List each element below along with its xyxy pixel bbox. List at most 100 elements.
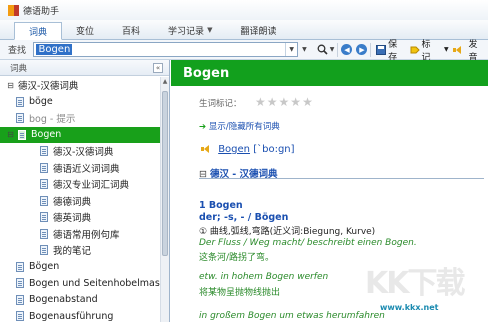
tag-button[interactable]: 标记 ▼: [408, 37, 451, 63]
tree-item-label: Bögen: [29, 261, 60, 273]
tab-3[interactable]: 学习记录 ▼: [154, 21, 226, 39]
app-title: 德语助手: [23, 6, 60, 17]
tab-1[interactable]: 变位: [62, 21, 108, 39]
speaker-icon: [452, 45, 463, 54]
tree-item[interactable]: 德汉专业词汇词典: [0, 176, 160, 193]
back-button[interactable]: ◀: [341, 42, 353, 58]
search-menu-dropdown[interactable]: ▼: [330, 42, 335, 58]
collapse-sidebar-button[interactable]: «: [153, 62, 163, 73]
tree-item[interactable]: Bogen und Seitenhobelmas: [0, 275, 160, 292]
save-icon: [376, 44, 387, 55]
sidebar: 词典 « ⊟ 德汉-汉德词典 böge bog - 提示 ⊟ Bogen 德汉-汉德词典 德语…: [0, 60, 170, 322]
tree-item[interactable]: bog - 提示: [0, 110, 160, 127]
search-icon: [317, 44, 328, 55]
sense-1: ① 曲线,弧线,弯路(近义词:Biegung, Kurve): [199, 227, 376, 237]
tree-item-label: Bogenausführung: [29, 310, 114, 322]
tree-item[interactable]: böge: [0, 94, 160, 111]
document-icon: [16, 261, 24, 272]
toolbar-divider: [370, 42, 372, 57]
tag-icon: [410, 46, 420, 53]
save-button[interactable]: 保存: [374, 37, 407, 63]
tree-item-label: 德语常用例句库: [53, 229, 120, 241]
document-icon: [40, 228, 48, 239]
tree-item-label: 德英词典: [53, 213, 92, 225]
star-icon[interactable]: ★: [255, 96, 266, 108]
chevron-down-icon: ▼: [444, 46, 449, 53]
back-arrow-icon: ◀: [341, 44, 353, 55]
tree-item[interactable]: 我的笔记: [0, 242, 160, 259]
speak-label: 发音: [468, 39, 478, 63]
star-icon[interactable]: ★: [267, 96, 278, 108]
watermark-url: www.kkx.net: [380, 303, 439, 312]
toolbar: 查找 Bogen ▼ ▼ ▼ ◀ ▶ 保存 标记 ▼ 发音: [0, 37, 488, 63]
tab-label: 学习记录: [168, 26, 205, 37]
title-bar: 德语助手: [0, 0, 488, 20]
toolbar-divider: [337, 42, 339, 57]
document-icon: [16, 294, 24, 305]
toggle-dictionaries-link[interactable]: ➔ 显示/隐藏所有词典: [199, 120, 280, 132]
tree-item[interactable]: Bogenabstand: [0, 292, 160, 309]
speak-button[interactable]: 发音: [451, 37, 488, 63]
tree-item-label: 德汉-汉德词典: [18, 81, 79, 93]
tree-item-label: 德德词典: [53, 196, 92, 208]
tree-item[interactable]: Bögen: [0, 259, 160, 276]
rating-stars[interactable]: ★ ★ ★ ★ ★: [255, 96, 313, 108]
forward-button[interactable]: ▶: [356, 42, 368, 58]
tree-item[interactable]: ⊟ Bogen: [0, 126, 160, 143]
document-icon: [40, 162, 48, 173]
document-icon: [16, 311, 24, 322]
example-2-de: etw. in hohem Bogen werfen: [199, 272, 329, 282]
tree-item[interactable]: 德语常用例句库: [0, 226, 160, 243]
document-icon: [40, 146, 48, 157]
speaker-icon[interactable]: [201, 145, 211, 153]
scroll-up-icon[interactable]: ▲: [161, 77, 169, 86]
pronunciation-row: Bogen [ˋbo:gn]: [201, 144, 295, 155]
sidebar-scrollbar[interactable]: ▲: [160, 77, 169, 322]
document-icon: [40, 212, 48, 223]
dictionary-tree: ⊟ 德汉-汉德词典 böge bog - 提示 ⊟ Bogen 德汉-汉德词典 德语近义词词典…: [0, 77, 160, 322]
search-input[interactable]: Bogen: [36, 44, 73, 55]
rating-label: 生词标记：: [199, 99, 242, 109]
tree-item[interactable]: ⊟ 德汉-汉德词典: [0, 77, 160, 94]
tab-4[interactable]: 翻译朗读: [226, 21, 290, 39]
example-3-de: in großem Bogen um etwas herumfahren: [199, 311, 385, 321]
entry-number: 1 Bogen: [199, 200, 243, 211]
star-icon[interactable]: ★: [279, 96, 290, 108]
chevron-down-icon: ▼: [207, 26, 213, 34]
tree-item[interactable]: Bogenausführung: [0, 308, 160, 322]
document-icon: [40, 195, 48, 206]
search-box[interactable]: Bogen ▼: [33, 42, 299, 57]
tree-item-label: 德语近义词词典: [53, 163, 120, 175]
search-button[interactable]: [317, 42, 328, 58]
tree-item-label: bog - 提示: [29, 114, 76, 126]
tree-expander-icon[interactable]: ⊟: [6, 81, 15, 90]
save-label: 保存: [388, 39, 398, 63]
document-icon: [16, 96, 24, 107]
chevron-down-icon: ▼: [329, 46, 335, 53]
tree-item[interactable]: 德德词典: [0, 193, 160, 210]
pron-ipa: [ˋbo:gn]: [253, 144, 295, 155]
search-history-dropdown[interactable]: ▼: [285, 43, 297, 56]
tree-expander-icon[interactable]: ⊟: [6, 130, 15, 139]
tree-item[interactable]: 德语近义词词典: [0, 160, 160, 177]
star-icon[interactable]: ★: [302, 96, 313, 108]
example-1-de: Der Fluss / Weg macht/ beschreibt einen …: [199, 238, 417, 248]
entry-grammar: der; -s, - / Bögen: [199, 212, 289, 223]
watermark-logo: KK下载: [365, 266, 465, 301]
tag-label: 标记: [421, 39, 431, 63]
star-icon[interactable]: ★: [290, 96, 301, 108]
tree-item[interactable]: 德英词典: [0, 209, 160, 226]
pron-word[interactable]: Bogen: [218, 144, 250, 155]
tab-2[interactable]: 百科: [108, 21, 154, 39]
sidebar-header: 词典 «: [0, 60, 169, 76]
tree-item[interactable]: 德汉-汉德词典: [0, 143, 160, 160]
search-options-dropdown[interactable]: ▼: [302, 42, 307, 58]
tree-item-label: böge: [29, 96, 53, 108]
example-2-cn: 将某物呈抛物线抛出: [199, 288, 281, 298]
tab-0[interactable]: 词典: [14, 22, 63, 40]
tree-item-label: Bogenabstand: [29, 294, 98, 306]
scrollbar-thumb[interactable]: [162, 91, 168, 256]
document-icon: [40, 245, 48, 256]
toggle-dictionaries-label: 显示/隐藏所有词典: [208, 122, 280, 132]
chevron-down-icon: ▼: [302, 46, 307, 53]
